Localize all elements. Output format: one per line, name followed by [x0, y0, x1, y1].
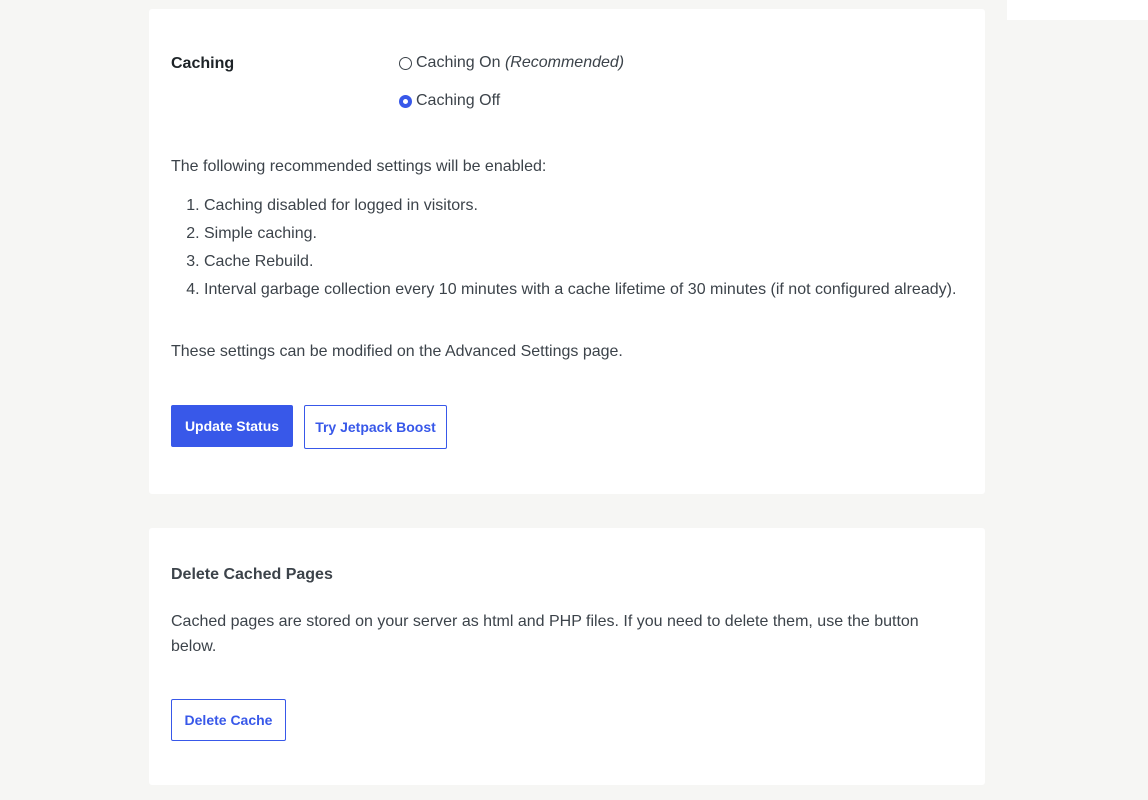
caching-on-text: Caching On — [416, 54, 501, 71]
try-jetpack-boost-button[interactable]: Try Jetpack Boost — [304, 405, 447, 449]
caching-label: Caching — [171, 55, 235, 72]
caching-off-radio[interactable] — [399, 94, 412, 108]
delete-cache-card: Delete Cached Pages Cached pages are sto… — [149, 528, 985, 785]
list-item: Cache Rebuild. — [204, 251, 974, 273]
list-item: Simple caching. — [204, 223, 974, 245]
delete-cache-title: Delete Cached Pages — [171, 566, 333, 583]
caching-on-option[interactable]: Caching On (Recommended) — [399, 54, 624, 72]
settings-intro: The following recommended settings will … — [171, 158, 547, 175]
delete-cache-button[interactable]: Delete Cache — [171, 699, 286, 741]
side-panel — [1007, 0, 1148, 20]
list-item: Caching disabled for logged in visitors. — [204, 195, 974, 217]
caching-off-label[interactable]: Caching Off — [416, 92, 500, 110]
update-status-button[interactable]: Update Status — [171, 405, 293, 447]
caching-card: Caching Caching On (Recommended) Caching… — [149, 9, 985, 494]
advanced-settings-note: These settings can be modified on the Ad… — [171, 343, 623, 360]
delete-cache-description: Cached pages are stored on your server a… — [171, 613, 919, 655]
recommended-settings-list: Caching disabled for logged in visitors.… — [171, 195, 974, 307]
caching-on-label[interactable]: Caching On (Recommended) — [416, 54, 624, 72]
caching-off-option[interactable]: Caching Off — [399, 92, 500, 110]
caching-on-radio[interactable] — [399, 56, 412, 70]
recommended-note: (Recommended) — [504, 54, 625, 71]
list-item: Interval garbage collection every 10 min… — [204, 279, 974, 301]
